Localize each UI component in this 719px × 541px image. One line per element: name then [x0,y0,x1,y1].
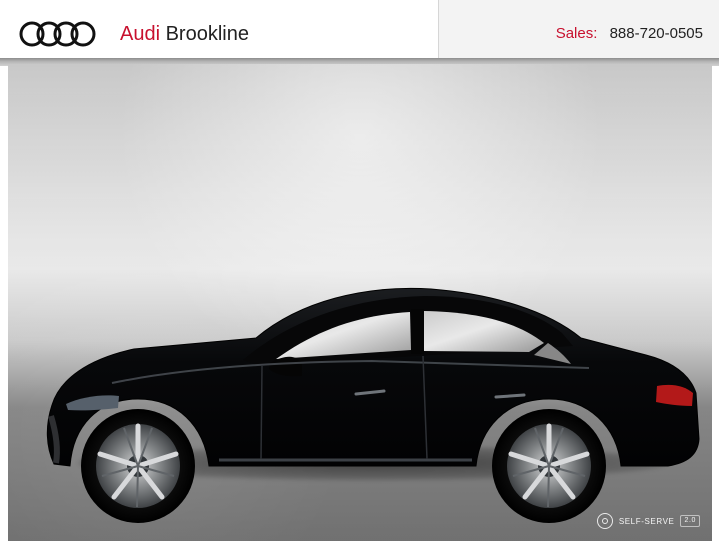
sales-contact-area: Sales: 888-720-0505 [438,0,719,58]
front-wheel [81,409,195,523]
black-sedan-image [46,287,700,523]
dealer-name[interactable]: Audi Brookline [120,20,249,48]
dealer-brand-area: Audi Brookline [0,0,438,58]
vehicle-photo: SELF-SERVE 2.0 [8,64,712,541]
sales-label: Sales: [555,25,598,42]
b-pillar [411,309,424,354]
vehicle-listing-page: Audi Brookline Sales: 888-720-0505 SELF-… [0,0,719,541]
door-handle-rear [494,393,526,399]
audi-rings-logo[interactable] [18,19,100,49]
watermark-version: 2.0 [680,515,700,527]
sales-contact[interactable]: Sales: 888-720-0505 [556,24,703,44]
watermark-circle-icon [596,513,613,529]
dealer-brand: Audi [120,23,161,45]
dealer-location: Brookline [165,23,249,45]
self-serve-watermark: SELF-SERVE 2.0 [596,512,700,530]
sales-phone-number[interactable]: 888-720-0505 [610,25,703,42]
dealer-header: Audi Brookline Sales: 888-720-0505 [0,0,719,58]
rear-wheel [492,409,606,523]
watermark-text: SELF-SERVE [618,516,675,526]
door-cut-front [260,365,263,460]
